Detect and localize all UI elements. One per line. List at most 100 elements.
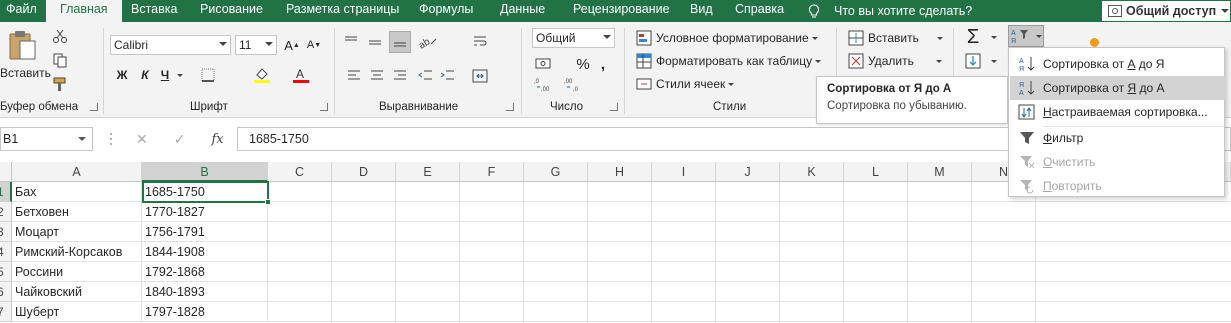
sort-filter-button[interactable]: АЯ — [1008, 25, 1044, 47]
column-header-e[interactable]: E — [396, 162, 460, 182]
tab-file[interactable]: Файл — [6, 0, 37, 22]
font-color-icon[interactable]: A — [292, 66, 310, 87]
menu-item-sort-ascending[interactable]: АЯ Сортировка от А до Я — [1010, 52, 1225, 76]
cell-b7[interactable]: 1797-1828 — [142, 302, 268, 322]
fill-down-icon[interactable] — [965, 53, 981, 72]
cancel-icon[interactable]: ✕ — [136, 131, 148, 148]
tab-insert[interactable]: Вставка — [131, 0, 177, 22]
confirm-icon[interactable]: ✓ — [174, 131, 186, 148]
column-header-c[interactable]: C — [268, 162, 332, 182]
cell-b2[interactable]: 1770-1827 — [142, 202, 268, 222]
share-button[interactable]: Общий доступ — [1101, 0, 1231, 22]
cell-a7[interactable]: Шуберт — [12, 302, 142, 322]
currency-icon[interactable] — [534, 56, 552, 75]
decrease-decimal-icon[interactable]: ,00,0 — [564, 76, 586, 95]
cell-b5[interactable]: 1792-1868 — [142, 262, 268, 282]
increase-decimal-icon[interactable]: ,0,00 — [534, 76, 556, 95]
column-header-m[interactable]: M — [908, 162, 972, 182]
cell-b3[interactable]: 1756-1791 — [142, 222, 268, 242]
menu-item-clear[interactable]: Очистить — [1010, 150, 1225, 174]
tell-me-search[interactable]: Что вы хотите сделать? — [808, 0, 972, 22]
align-middle-icon[interactable] — [367, 34, 383, 53]
insert-cells-button[interactable]: Вставить — [848, 30, 943, 46]
font-name-combo[interactable]: Calibri — [110, 35, 231, 55]
column-header-i[interactable]: I — [652, 162, 716, 182]
borders-icon[interactable] — [200, 67, 216, 86]
wrap-text-icon[interactable] — [472, 34, 488, 53]
row-header[interactable]: 1 — [0, 182, 12, 202]
chevron-down-icon[interactable] — [990, 56, 998, 66]
fill-handle[interactable] — [265, 199, 271, 205]
column-header-d[interactable]: D — [332, 162, 396, 182]
column-header-l[interactable]: L — [844, 162, 908, 182]
chevron-down-icon[interactable] — [990, 32, 998, 42]
select-all-corner[interactable] — [0, 162, 12, 182]
row-header[interactable]: 5 — [0, 262, 12, 282]
menu-item-sort-descending[interactable]: ЯА Сортировка от Я до А — [1010, 76, 1225, 100]
percent-icon[interactable]: % — [574, 54, 592, 74]
decrease-indent-icon[interactable] — [418, 68, 434, 87]
row-header[interactable]: 2 — [0, 202, 12, 222]
cell-a3[interactable]: Моцарт — [12, 222, 142, 242]
column-header-a[interactable]: A — [12, 162, 142, 182]
increase-indent-icon[interactable] — [440, 68, 456, 87]
row-header[interactable]: 3 — [0, 222, 12, 242]
column-header-h[interactable]: H — [588, 162, 652, 182]
row-header[interactable]: 7 — [0, 302, 12, 322]
number-launcher-icon[interactable] — [610, 103, 618, 111]
column-header-k[interactable]: K — [780, 162, 844, 182]
clipboard-launcher-icon[interactable] — [90, 103, 98, 111]
tab-draw[interactable]: Рисование — [200, 0, 263, 22]
cell-a1[interactable]: Бах — [12, 182, 142, 202]
cut-icon[interactable] — [52, 28, 68, 47]
menu-item-filter[interactable]: Фильтр — [1010, 126, 1225, 150]
tab-review[interactable]: Рецензирование — [573, 0, 670, 22]
ideas-icon[interactable] — [1090, 38, 1099, 47]
cell-a6[interactable]: Чайковский — [12, 282, 142, 302]
tab-view[interactable]: Вид — [690, 0, 713, 22]
underline-button[interactable]: Ч — [158, 65, 172, 85]
cell-a2[interactable]: Бетховен — [12, 202, 142, 222]
font-size-combo[interactable]: 11 — [235, 35, 277, 55]
insert-function-icon[interactable]: fx — [211, 132, 223, 147]
conditional-formatting-button[interactable]: Условное форматирование — [636, 30, 818, 46]
menu-item-reapply[interactable]: Повторить — [1010, 174, 1225, 198]
cell-b6[interactable]: 1840-1893 — [142, 282, 268, 302]
copy-icon[interactable] — [52, 52, 68, 71]
align-left-icon[interactable] — [346, 68, 362, 87]
font-launcher-icon[interactable] — [320, 103, 328, 111]
align-bottom-icon[interactable] — [389, 31, 411, 53]
comma-style-icon[interactable]: , — [596, 54, 610, 74]
autosum-icon[interactable]: Σ — [962, 26, 984, 48]
alignment-launcher-icon[interactable] — [506, 103, 514, 111]
name-box[interactable]: B1 — [0, 127, 93, 151]
paste-button[interactable] — [6, 28, 38, 62]
tab-help[interactable]: Справка — [735, 0, 784, 22]
menu-item-custom-sort[interactable]: Настраиваемая сортировка... — [1010, 100, 1225, 124]
decrease-font-icon[interactable]: A ▼ — [306, 36, 322, 54]
cell-b4[interactable]: 1844-1908 — [142, 242, 268, 262]
orientation-icon[interactable]: ab — [417, 32, 439, 53]
row-header[interactable]: 4 — [0, 242, 12, 262]
column-header-g[interactable]: G — [524, 162, 588, 182]
column-header-j[interactable]: J — [716, 162, 780, 182]
align-right-icon[interactable] — [392, 68, 408, 87]
fill-color-icon[interactable] — [253, 66, 271, 87]
delete-cells-button[interactable]: Удалить — [848, 53, 942, 69]
number-format-combo[interactable]: Общий — [532, 28, 615, 48]
align-center-icon[interactable] — [369, 68, 385, 87]
format-painter-icon[interactable] — [52, 76, 68, 95]
merge-center-icon[interactable] — [472, 68, 488, 87]
tab-formulas[interactable]: Формулы — [419, 0, 473, 22]
italic-button[interactable]: К — [138, 65, 152, 85]
cell-a5[interactable]: Россини — [12, 262, 142, 282]
column-header-b[interactable]: B — [142, 162, 268, 182]
cell-styles-button[interactable]: Стили ячеек — [636, 76, 735, 92]
chevron-down-icon[interactable] — [176, 70, 184, 80]
row-header[interactable]: 6 — [0, 282, 12, 302]
column-header-f[interactable]: F — [460, 162, 524, 182]
tab-home[interactable]: Главная — [46, 0, 122, 24]
tab-page-layout[interactable]: Разметка страницы — [286, 0, 399, 22]
tab-data[interactable]: Данные — [500, 0, 545, 22]
bold-button[interactable]: Ж — [114, 65, 130, 85]
